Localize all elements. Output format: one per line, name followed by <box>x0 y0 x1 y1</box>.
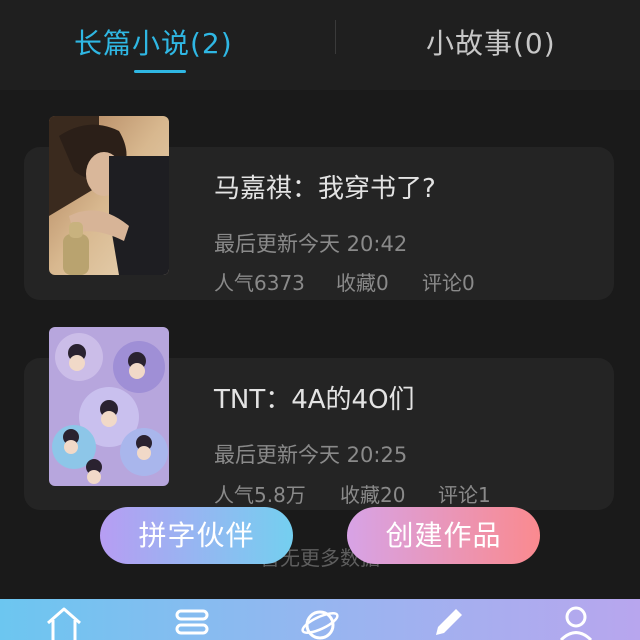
popularity-count: 人气6373 <box>214 271 305 295</box>
user-icon[interactable] <box>556 603 596 640</box>
bottom-nav <box>0 599 640 640</box>
work-cover-image[interactable] <box>49 116 169 275</box>
tab-bar: 长篇小说(2) 小故事(0) <box>0 0 640 90</box>
create-work-button[interactable]: 创建作品 <box>347 507 540 564</box>
favorites-count: 收藏0 <box>336 271 389 295</box>
comments-count: 评论0 <box>422 271 475 295</box>
no-more-data-text: 暂无更多数据 <box>260 546 380 570</box>
tab-short-stories[interactable]: 小故事(0) <box>426 22 556 62</box>
last-updated: 最后更新今天 20:25 <box>214 443 408 467</box>
favorites-count: 收藏20 <box>340 483 406 507</box>
work-cover-image[interactable] <box>49 327 169 486</box>
writing-partner-button[interactable]: 拼字伙伴 <box>100 507 293 564</box>
tab-divider <box>335 20 336 54</box>
home-icon[interactable] <box>44 603 84 640</box>
comments-count: 评论1 <box>438 483 491 507</box>
work-title[interactable]: TNT：4A的4O们 <box>214 379 415 416</box>
planet-icon[interactable] <box>300 603 340 640</box>
last-updated: 最后更新今天 20:42 <box>214 232 408 256</box>
active-tab-indicator <box>134 70 186 73</box>
work-title[interactable]: 马嘉祺：我穿书了? <box>214 168 436 205</box>
pencil-icon[interactable] <box>428 603 468 640</box>
list-icon[interactable] <box>172 603 212 640</box>
tab-novels[interactable]: 长篇小说(2) <box>74 22 233 62</box>
popularity-count: 人气5.8万 <box>214 483 306 507</box>
